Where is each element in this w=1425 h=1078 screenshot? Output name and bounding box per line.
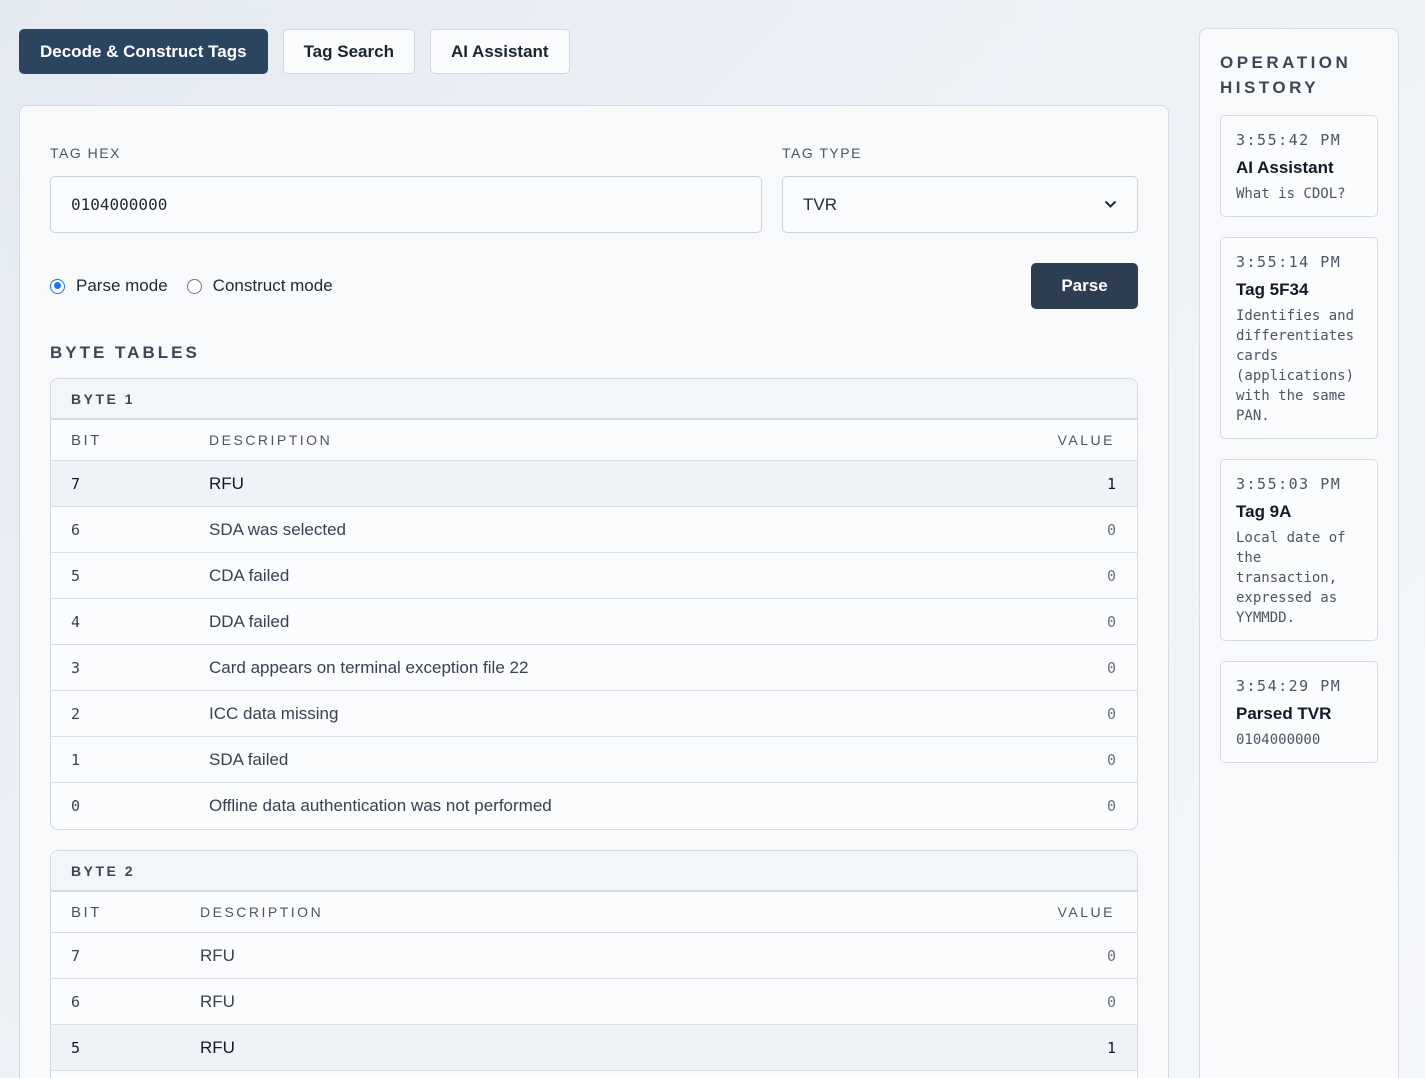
description-cell: ICC data missing	[209, 703, 339, 723]
tab-bar: Decode & Construct Tags Tag Search AI As…	[19, 29, 570, 74]
bit-cell: 0	[71, 797, 81, 815]
parse-mode-radio[interactable]	[50, 278, 65, 294]
bit-cell: 7	[71, 946, 81, 965]
table-row[interactable]: 7 RFU 1	[51, 461, 1137, 507]
byte-tables-title: BYTE TABLES	[50, 343, 200, 362]
description-column-header: DESCRIPTION	[200, 904, 324, 920]
description-cell: RFU	[209, 473, 244, 493]
chevron-down-icon	[1104, 197, 1117, 212]
bit-column-header: BIT	[71, 431, 102, 449]
table-row[interactable]: 6 SDA was selected 0	[51, 507, 1137, 553]
value-cell: 1	[1106, 1038, 1116, 1057]
bit-column-header: BIT	[71, 903, 102, 921]
construct-mode-radio[interactable]	[186, 278, 202, 294]
parse-mode-option[interactable]: Parse mode	[50, 276, 168, 296]
value-column-header: VALUE	[1057, 432, 1115, 448]
table-row[interactable]: 3 Card appears on terminal exception fil…	[51, 645, 1137, 691]
value-cell: 0	[1106, 566, 1116, 585]
construct-mode-option[interactable]: Construct mode	[186, 276, 333, 296]
history-name: Tag 9A	[1236, 502, 1292, 521]
tag-hex-input[interactable]	[50, 176, 762, 233]
history-desc: 0104000000	[1236, 732, 1321, 748]
byte-1-title: BYTE 1	[51, 379, 1137, 420]
byte-1-table: BYTE 1 BIT DESCRIPTION VALUE 7 RFU 1 6 S…	[50, 378, 1138, 830]
history-desc: Local date of the transaction, expressed…	[1236, 530, 1346, 626]
description-cell: RFU	[200, 1037, 235, 1057]
value-cell: 0	[1106, 658, 1116, 677]
description-column-header: DESCRIPTION	[209, 432, 333, 448]
history-name: Tag 5F34	[1236, 280, 1309, 299]
table-header: BIT DESCRIPTION VALUE	[51, 420, 1137, 461]
value-cell: 0	[1106, 520, 1116, 539]
history-desc: Identifies and differentiates cards (app…	[1236, 308, 1355, 424]
table-row[interactable]: 2 ICC data missing 0	[51, 691, 1137, 737]
decode-panel: TAG HEX TAG TYPE TVR Parse mode Construc…	[19, 105, 1169, 1078]
tag-hex-label: TAG HEX	[50, 145, 121, 161]
tab-ai-assistant[interactable]: AI Assistant	[429, 29, 570, 74]
bit-cell: 2	[71, 704, 81, 723]
history-item[interactable]: 3:54:29 PM Parsed TVR 0104000000	[1220, 661, 1378, 763]
bit-cell: 6	[71, 992, 81, 1011]
description-cell: SDA failed	[209, 749, 289, 769]
table-row[interactable]: 5 CDA failed 0	[51, 553, 1137, 599]
history-time: 3:55:42 PM	[1236, 131, 1342, 149]
tag-type-value: TVR	[803, 194, 837, 214]
value-cell: 1	[1106, 474, 1116, 493]
history-time: 3:54:29 PM	[1236, 677, 1342, 695]
construct-mode-label: Construct mode	[212, 276, 333, 295]
table-row[interactable]: 5 RFU 1	[51, 1025, 1137, 1071]
description-cell: Card appears on terminal exception file …	[209, 657, 529, 677]
table-row[interactable]: 4 DDA failed 0	[51, 599, 1137, 645]
operation-history-panel: OPERATION HISTORY 3:55:42 PM AI Assistan…	[1199, 28, 1399, 1078]
value-cell: 0	[1106, 797, 1116, 815]
bit-cell: 7	[71, 474, 81, 493]
history-item[interactable]: 3:55:14 PM Tag 5F34 Identifies and diffe…	[1220, 237, 1378, 439]
table-row[interactable]: 4	[51, 1071, 1137, 1078]
description-cell: Offline data authentication was not perf…	[209, 796, 552, 815]
table-row[interactable]: 6 RFU 0	[51, 979, 1137, 1025]
history-time: 3:55:14 PM	[1236, 253, 1342, 271]
parse-button[interactable]: Parse	[1031, 263, 1138, 309]
mode-selector: Parse mode Construct mode	[50, 276, 352, 296]
bit-cell: 6	[71, 520, 81, 539]
bit-cell: 1	[71, 750, 81, 769]
byte-2-title: BYTE 2	[51, 851, 1137, 892]
tag-type-label: TAG TYPE	[782, 145, 862, 161]
value-cell: 0	[1106, 612, 1116, 631]
value-cell: 0	[1106, 750, 1116, 769]
history-item[interactable]: 3:55:42 PM AI Assistant What is CDOL?	[1220, 115, 1378, 217]
parse-mode-label: Parse mode	[76, 276, 168, 295]
history-name: Parsed TVR	[1236, 704, 1332, 723]
bit-cell: 5	[71, 566, 81, 585]
byte-2-table: BYTE 2 BIT DESCRIPTION VALUE 7 RFU 0 6 R…	[50, 850, 1138, 1078]
description-cell: CDA failed	[209, 565, 290, 585]
tab-decode-construct[interactable]: Decode & Construct Tags	[19, 29, 268, 74]
bit-cell: 4	[71, 612, 81, 631]
history-title: OPERATION HISTORY	[1220, 53, 1352, 97]
description-cell: SDA was selected	[209, 519, 347, 539]
description-cell: RFU	[200, 945, 235, 965]
history-item[interactable]: 3:55:03 PM Tag 9A Local date of the tran…	[1220, 459, 1378, 641]
table-row[interactable]: 0 Offline data authentication was not pe…	[51, 783, 1137, 829]
table-header: BIT DESCRIPTION VALUE	[51, 892, 1137, 933]
description-cell: RFU	[200, 991, 235, 1011]
history-name: AI Assistant	[1236, 158, 1334, 177]
value-cell: 0	[1106, 992, 1116, 1011]
bit-cell: 5	[71, 1038, 81, 1057]
value-column-header: VALUE	[1057, 904, 1115, 920]
bit-cell: 3	[71, 658, 81, 677]
history-time: 3:55:03 PM	[1236, 475, 1342, 493]
table-row[interactable]: 1 SDA failed 0	[51, 737, 1137, 783]
value-cell: 0	[1106, 704, 1116, 723]
history-desc: What is CDOL?	[1236, 186, 1346, 202]
value-cell: 0	[1106, 946, 1116, 965]
tab-tag-search[interactable]: Tag Search	[282, 29, 415, 74]
tag-type-select[interactable]: TVR	[782, 176, 1138, 233]
table-row[interactable]: 7 RFU 0	[51, 933, 1137, 979]
description-cell: DDA failed	[209, 611, 290, 631]
